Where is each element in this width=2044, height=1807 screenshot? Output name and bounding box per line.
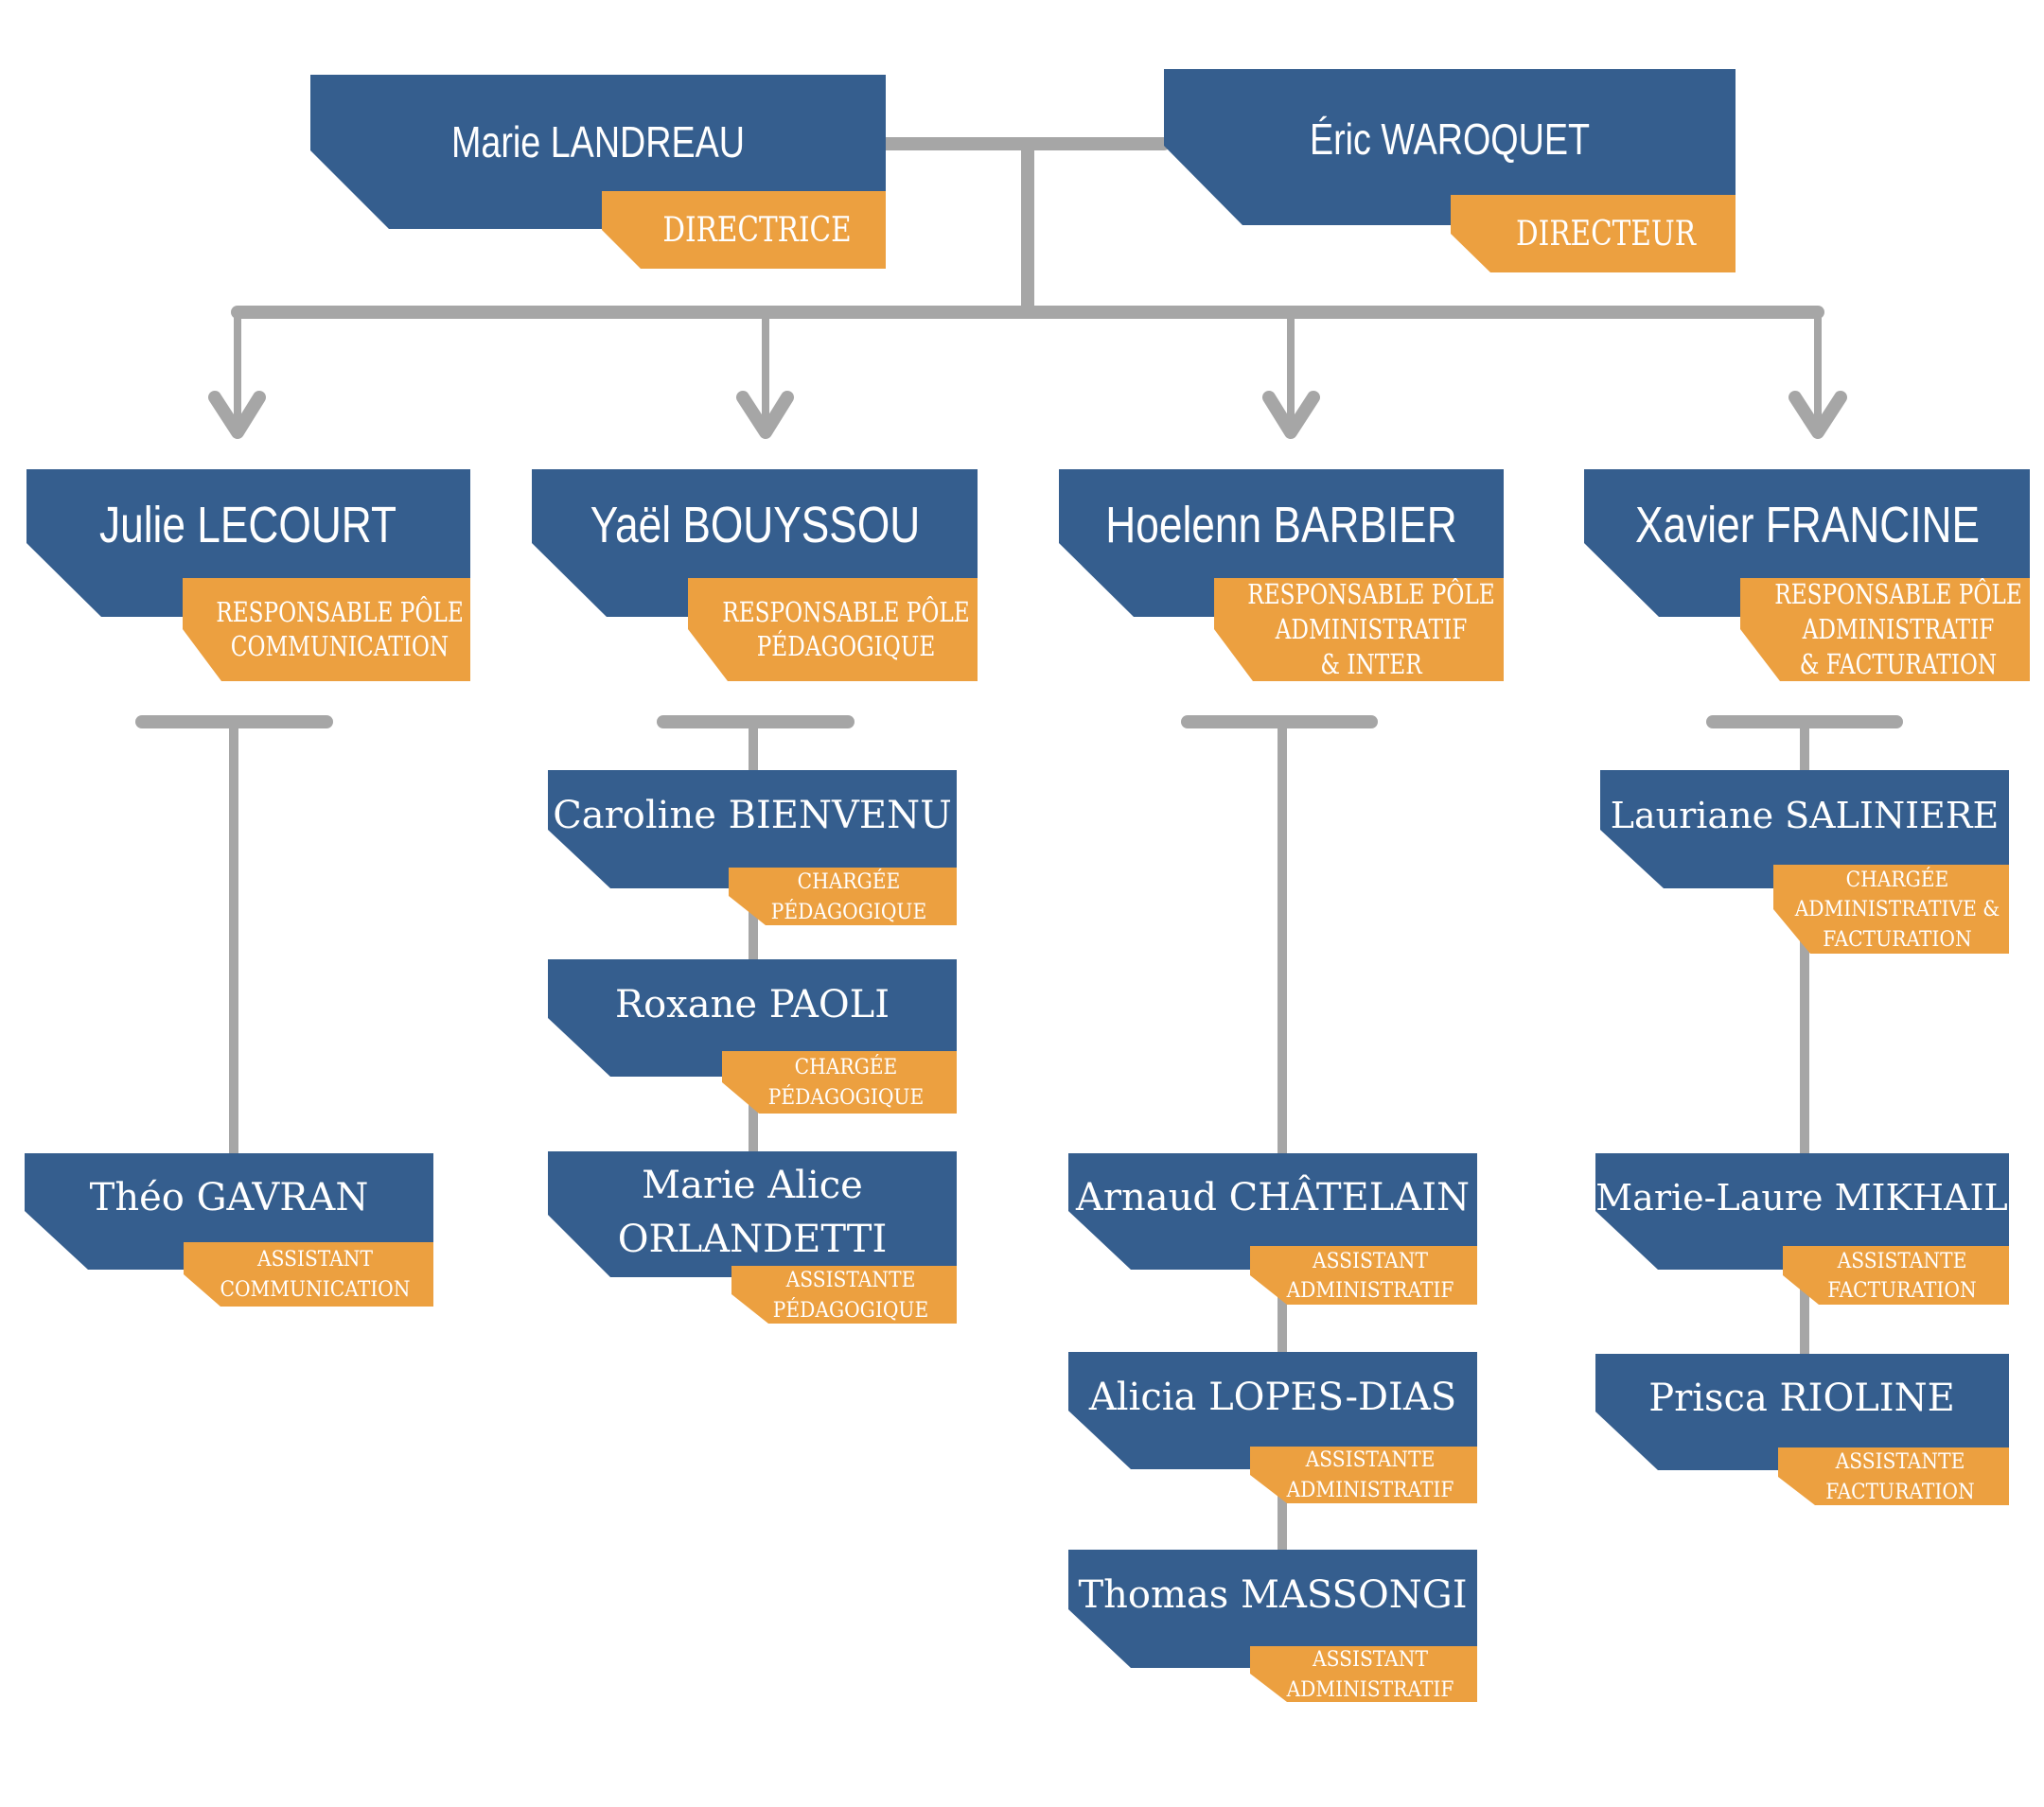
role-label: ASSISTANTE xyxy=(1305,1447,1436,1471)
role-label: ASSISTANT xyxy=(256,1246,373,1271)
role-label: ADMINISTRATIF xyxy=(1286,1277,1454,1302)
member-thomas-massongi: Thomas MASSONGI ASSISTANT ADMINISTRATIF xyxy=(1068,1550,1477,1702)
role-label: PÉDAGOGIQUE xyxy=(773,1297,928,1322)
role-label: & INTER xyxy=(1320,650,1422,681)
role-label: ASSISTANT xyxy=(1312,1248,1428,1272)
person-name: Marie-Laure MIKHAIL xyxy=(1595,1177,2007,1219)
role-box xyxy=(688,578,978,681)
member-marie-alice-orlandetti: Marie Alice ORLANDETTI ASSISTANTE PÉDAGOGIQ… xyxy=(548,1151,957,1324)
role-label: ASSISTANTE xyxy=(1837,1248,1967,1272)
role-label: FACTURATION xyxy=(1825,1479,1974,1503)
member-alicia-lopes-dias: Alicia LOPES-DIAS ASSISTANTE ADMINISTRATIF xyxy=(1068,1352,1477,1503)
role-label: RESPONSABLE PÔLE xyxy=(722,595,970,628)
person-name: Julie LECOURT xyxy=(99,497,396,553)
role-label: ADMINISTRATIF xyxy=(1286,1477,1454,1501)
role-label: ASSISTANTE xyxy=(785,1267,916,1291)
role-label: RESPONSABLE PÔLE xyxy=(1774,577,2022,610)
role-label: COMMUNICATION xyxy=(231,632,449,663)
role-label: DIRECTEUR xyxy=(1516,213,1697,254)
role-label: PÉDAGOGIQUE xyxy=(771,899,926,923)
person-name: Thomas MASSONGI xyxy=(1078,1573,1467,1617)
role-label: CHARGÉE xyxy=(795,1054,898,1079)
role-label: RESPONSABLE PÔLE xyxy=(216,595,464,628)
role-label: PÉDAGOGIQUE xyxy=(768,1084,924,1109)
member-arnaud-chatelain: Arnaud CHÂTELAIN ASSISTANT ADMINISTRATIF xyxy=(1068,1153,1477,1305)
person-name: Roxane PAOLI xyxy=(615,983,890,1026)
member-roxane-paoli: Roxane PAOLI CHARGÉE PÉDAGOGIQUE xyxy=(548,959,957,1114)
person-name: Prisca RIOLINE xyxy=(1648,1377,1955,1420)
director-marie-landreau: Marie LANDREAU DIRECTRICE xyxy=(310,75,886,269)
person-name: Caroline BIENVENU xyxy=(553,794,952,837)
member-caroline-bienvenu: Caroline BIENVENU CHARGÉE PÉDAGOGIQUE xyxy=(548,770,957,925)
role-label: ADMINISTRATIF xyxy=(1286,1676,1454,1701)
director-eric-waroquet: Éric WAROQUET DIRECTEUR xyxy=(1164,69,1736,272)
person-name: Xavier FRANCINE xyxy=(1635,497,1980,553)
member-prisca-rioline: Prisca RIOLINE ASSISTANTE FACTURATION xyxy=(1595,1354,2009,1505)
pole-lead-julie-lecourt: Julie LECOURT RESPONSABLE PÔLE COMMUNICATI… xyxy=(26,469,470,681)
member-theo-gavran: Théo GAVRAN ASSISTANT COMMUNICATION xyxy=(25,1153,433,1307)
pole-lead-yael-bouyssou: Yaël BOUYSSOU RESPONSABLE PÔLEPÉDAGOGIQUE xyxy=(532,469,978,681)
person-name: Théo GAVRAN xyxy=(90,1176,369,1219)
role-label: ADMINISTRATIF xyxy=(1275,615,1468,646)
role-label: & FACTURATION xyxy=(1800,650,1997,681)
role-label: CHARGÉE xyxy=(1846,867,1949,891)
person-name: Éric WAROQUET xyxy=(1310,114,1590,163)
role-label: RESPONSABLE PÔLE xyxy=(1247,577,1495,610)
role-label: COMMUNICATION xyxy=(220,1276,411,1301)
person-name: Arnaud CHÂTELAIN xyxy=(1075,1175,1470,1219)
role-label: PÉDAGOGIQUE xyxy=(757,629,936,662)
person-name: Marie Alice xyxy=(642,1164,863,1207)
person-name: ORLANDETTI xyxy=(618,1218,888,1261)
role-label: FACTURATION xyxy=(1823,926,1971,951)
pole-lead-hoelenn-barbier: Hoelenn BARBIER RESPONSABLE PÔLE ADMINISTR… xyxy=(1059,469,1504,681)
role-label: DIRECTRICE xyxy=(662,209,851,250)
person-name: Yaël BOUYSSOU xyxy=(590,497,920,553)
pole-lead-xavier-francine: Xavier FRANCINE RESPONSABLE PÔLE ADMINISTR… xyxy=(1584,469,2030,681)
role-label: ASSISTANT xyxy=(1312,1646,1428,1671)
role-label: ADMINISTRATIVE & xyxy=(1794,896,2000,921)
member-lauriane-saliniere: Lauriane SALINIERE CHARGÉE ADMINISTRATIVE … xyxy=(1600,770,2009,954)
person-name: Marie LANDREAU xyxy=(451,117,745,166)
org-chart: Marie LANDREAU DIRECTRICE Éric WAROQUET DIR… xyxy=(25,69,2030,1702)
role-label: ADMINISTRATIF xyxy=(1802,615,1995,646)
role-label: CHARGÉE xyxy=(798,868,901,893)
person-name: Lauriane SALINIERE xyxy=(1611,795,1999,836)
role-label: FACTURATION xyxy=(1827,1277,1976,1302)
member-marie-laure-mikhail: Marie-Laure MIKHAIL ASSISTANTE FACTURATION xyxy=(1595,1153,2009,1305)
person-name: Alicia LOPES-DIAS xyxy=(1088,1376,1456,1419)
role-label: ASSISTANTE xyxy=(1835,1448,1965,1473)
person-name: Hoelenn BARBIER xyxy=(1105,497,1456,553)
role-box xyxy=(183,578,470,681)
